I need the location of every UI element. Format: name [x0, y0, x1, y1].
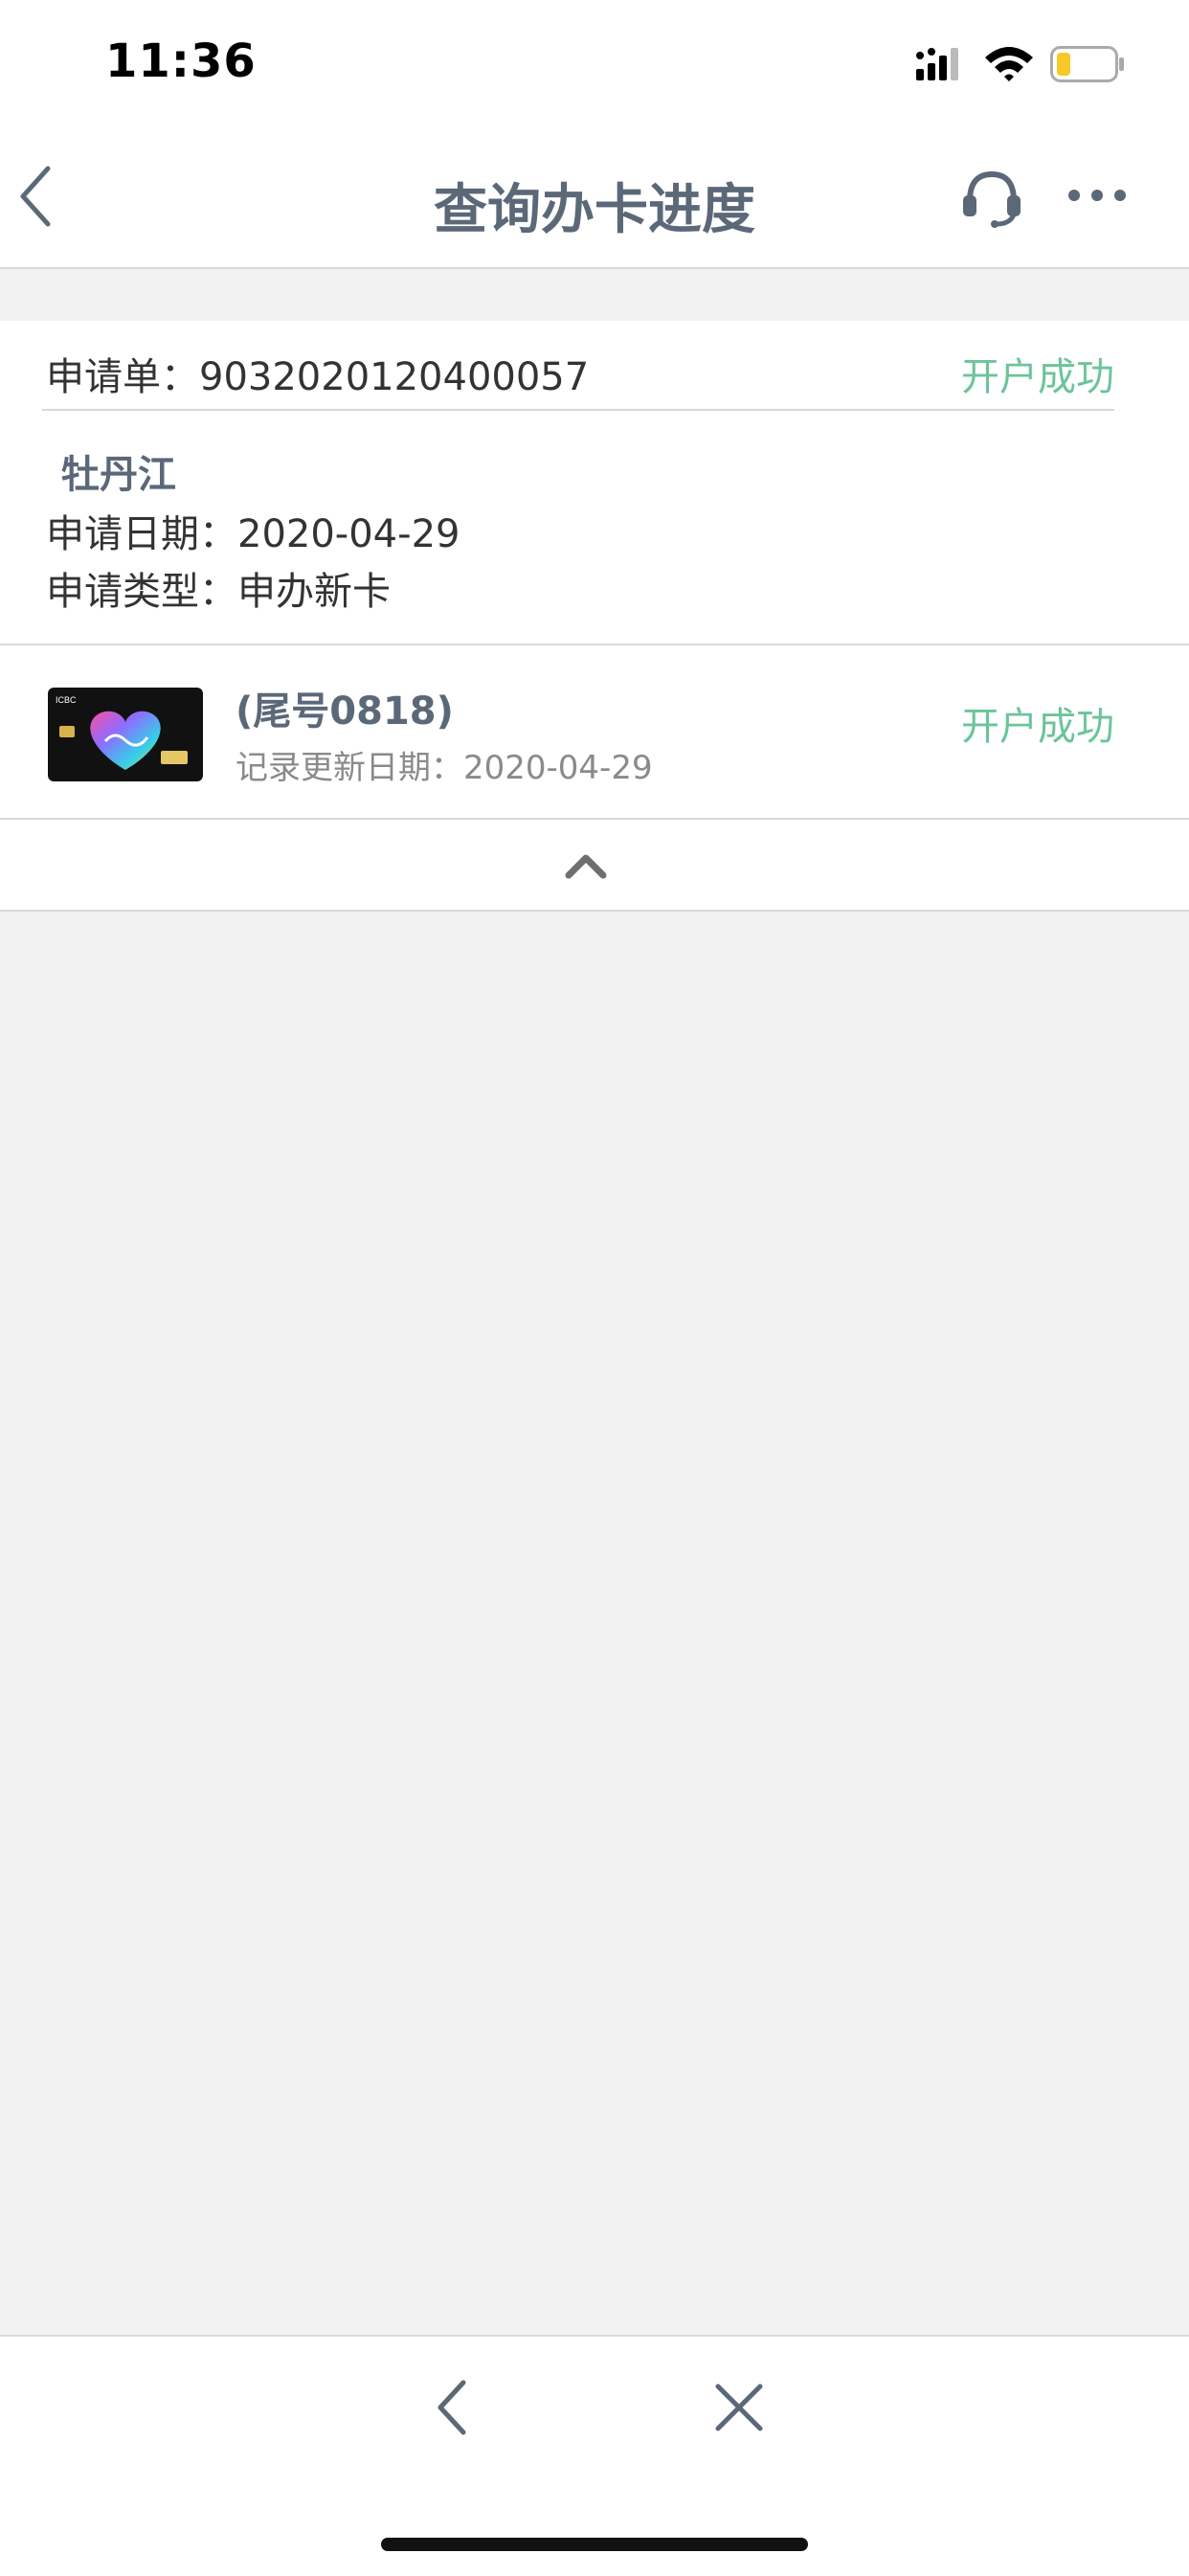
back-icon[interactable]: [433, 2377, 471, 2438]
application-date-label: 申请日期：: [46, 512, 237, 556]
wifi-icon: [985, 47, 1033, 81]
application-type-row: 申请类型：申办新卡: [46, 560, 391, 616]
application-type: 申办新卡: [237, 570, 391, 614]
more-icon[interactable]: [1067, 186, 1127, 205]
application-date: 2020-04-29: [237, 512, 460, 556]
application-number-row: 申请单：9032020120400057: [46, 346, 589, 401]
application-number-label: 申请单：: [46, 355, 199, 399]
application-card: 申请单：9032020120400057 开户成功 牡丹江 申请日期：2020-…: [0, 321, 1189, 645]
card-update-date: 2020-04-29: [463, 749, 653, 787]
status-time: 11:36: [105, 34, 257, 88]
card-tail-number: (尾号0818): [236, 689, 454, 734]
collapse-toggle[interactable]: [0, 820, 1189, 912]
application-type-label: 申请类型：: [46, 570, 237, 614]
card-list-item[interactable]: ICBC (尾号0818) 记录更新日期：2020-04-29 开户成功: [0, 645, 1189, 820]
city-name: 牡丹江: [61, 453, 176, 497]
card-update-row: 记录更新日期：2020-04-29: [236, 741, 653, 788]
headset-icon[interactable]: [960, 167, 1023, 230]
status-bar: 11:36: [0, 0, 1189, 126]
application-status: 开户成功: [961, 355, 1114, 399]
application-number: 9032020120400057: [199, 355, 590, 399]
application-date-row: 申请日期：2020-04-29: [46, 503, 460, 558]
chevron-up-icon[interactable]: [565, 852, 607, 879]
card-brand-text: ICBC: [56, 695, 77, 705]
card-image: ICBC: [48, 688, 203, 781]
close-icon[interactable]: [712, 2381, 766, 2434]
battery-icon: [1050, 46, 1124, 82]
card-status: 开户成功: [961, 705, 1114, 749]
divider: [42, 409, 1114, 411]
home-indicator[interactable]: [381, 2538, 808, 2551]
card-update-label: 记录更新日期：: [236, 749, 463, 787]
signal-icon: [916, 48, 958, 80]
bottom-toolbar: [0, 2335, 1189, 2576]
nav-bar: 查询办卡进度: [0, 126, 1189, 269]
